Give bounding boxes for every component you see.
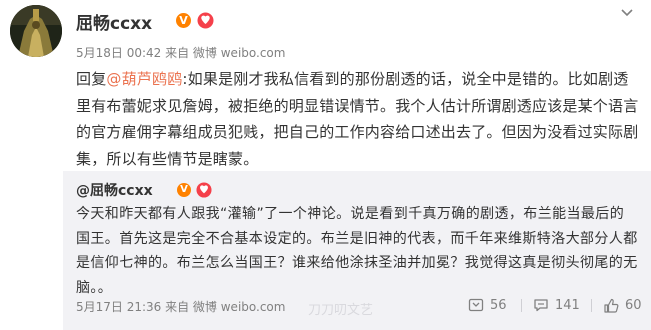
quoted-level-badge-icon: [196, 182, 212, 198]
comment-button[interactable]: 141: [533, 296, 580, 314]
like-button[interactable]: 60: [603, 296, 642, 314]
verified-badge: V: [176, 13, 191, 28]
quoted-author[interactable]: @屈畅ccxx: [76, 180, 153, 200]
repost-icon: [468, 298, 484, 312]
reply-prefix: 回复: [76, 70, 107, 88]
avatar-image: [10, 5, 62, 57]
quoted-verified-badge: V: [177, 183, 191, 197]
like-count: 60: [625, 297, 642, 313]
repost-button[interactable]: 56: [468, 296, 507, 314]
watermark: 刀刀叨文艺: [308, 303, 374, 318]
comment-icon: [534, 299, 548, 312]
like-icon: [604, 298, 619, 313]
quoted-post[interactable]: @屈畅ccxx V 今天和昨天都有人跟我“灌输”了一个神论。说是看到千真万确的剧…: [63, 171, 651, 330]
quoted-text: 今天和昨天都有人跟我“灌输”了一个神论。说是看到千真万确的剧透，布兰能当最后的国…: [76, 206, 638, 296]
post-meta: 5月18日 00:42 来自 微博 weibo.com: [76, 46, 286, 60]
quoted-meta: 5月17日 21:36 来自 微博 weibo.com: [76, 300, 286, 314]
post-text: 回复@葫芦鸥鸥:如果是刚才我私信看到的那份剧透的话，说全中是错的。比如剧透里有布…: [76, 66, 642, 172]
action-divider: [521, 299, 522, 312]
author-name[interactable]: 屈畅ccxx: [76, 9, 152, 34]
avatar[interactable]: [10, 5, 62, 57]
level-badge-icon: [197, 12, 214, 29]
mention-link[interactable]: @葫芦鸥鸥: [106, 70, 182, 88]
chevron-down-icon[interactable]: [620, 8, 634, 18]
repost-count: 56: [490, 297, 507, 313]
action-divider: [591, 299, 592, 312]
comment-count: 141: [555, 297, 580, 313]
